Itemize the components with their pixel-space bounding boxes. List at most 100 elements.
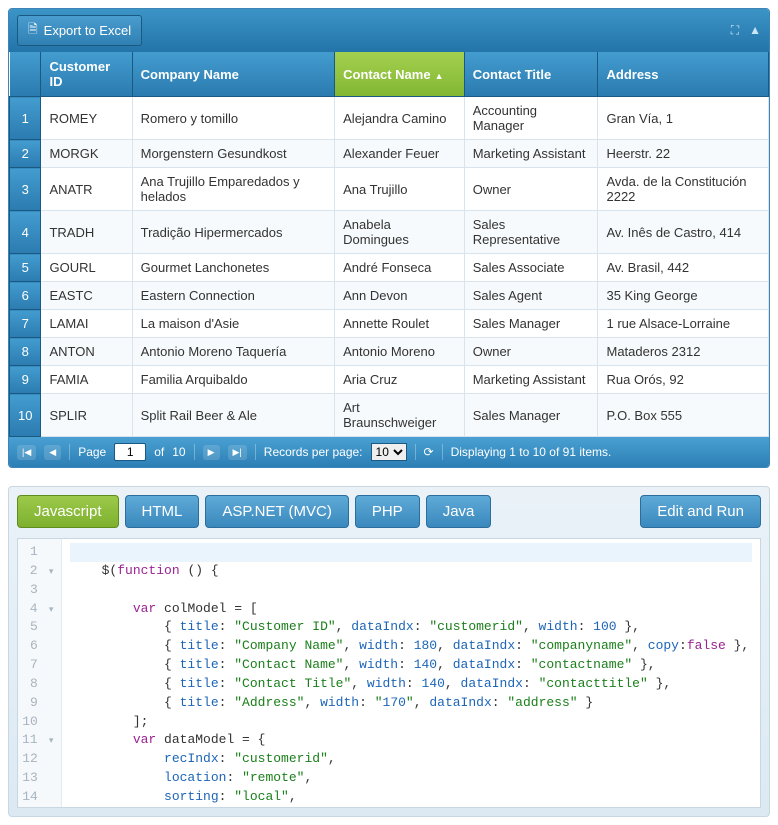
cell-address[interactable]: Av. Brasil, 442 (598, 254, 769, 282)
code-line[interactable] (70, 543, 752, 562)
header-contact-title[interactable]: Contact Title (464, 52, 598, 97)
fold-icon[interactable]: ▾ (45, 604, 53, 617)
header-company-name[interactable]: Company Name (132, 52, 335, 97)
cell-contact-title[interactable]: Sales Agent (464, 282, 598, 310)
cell-company-name[interactable]: Tradição Hipermercados (132, 211, 335, 254)
cell-customer-id[interactable]: SPLIR (41, 394, 132, 437)
prev-page-button[interactable]: ◀ (44, 445, 61, 460)
code-line[interactable]: location: "remote", (70, 769, 752, 788)
cell-company-name[interactable]: Gourmet Lanchonetes (132, 254, 335, 282)
cell-address[interactable]: Gran Vía, 1 (598, 97, 769, 140)
cell-company-name[interactable]: Ana Trujillo Emparedados y helados (132, 168, 335, 211)
last-page-button[interactable]: ▶| (228, 445, 247, 460)
cell-address[interactable]: Heerstr. 22 (598, 140, 769, 168)
edit-and-run-button[interactable]: Edit and Run (640, 495, 761, 528)
collapse-icon[interactable]: ▲ (749, 23, 761, 38)
table-row[interactable]: 4TRADHTradição HipermercadosAnabela Domi… (10, 211, 769, 254)
cell-contact-title[interactable]: Accounting Manager (464, 97, 598, 140)
maximize-icon[interactable]: ⛶ (731, 23, 739, 38)
code-editor[interactable]: 1 2 ▾ 3 4 ▾ 5 6 7 8 9 10 11 ▾12 13 14 15… (17, 538, 761, 808)
code-line[interactable]: { title: "Contact Name", width: 140, dat… (70, 656, 752, 675)
table-row[interactable]: 2MORGKMorgenstern GesundkostAlexander Fe… (10, 140, 769, 168)
table-row[interactable]: 7LAMAILa maison d'AsieAnnette RouletSale… (10, 310, 769, 338)
export-excel-button[interactable]: 🗎 Export to Excel (17, 15, 142, 46)
cell-company-name[interactable]: Romero y tomillo (132, 97, 335, 140)
first-page-button[interactable]: |◀ (17, 445, 36, 460)
cell-company-name[interactable]: Morgenstern Gesundkost (132, 140, 335, 168)
code-line[interactable]: var dataModel = { (70, 731, 752, 750)
cell-contact-title[interactable]: Marketing Assistant (464, 366, 598, 394)
cell-address[interactable]: P.O. Box 555 (598, 394, 769, 437)
table-row[interactable]: 6EASTCEastern ConnectionAnn DevonSales A… (10, 282, 769, 310)
next-page-button[interactable]: ▶ (203, 445, 220, 460)
header-address[interactable]: Address (598, 52, 769, 97)
cell-contact-title[interactable]: Marketing Assistant (464, 140, 598, 168)
cell-company-name[interactable]: Split Rail Beer & Ale (132, 394, 335, 437)
cell-customer-id[interactable]: GOURL (41, 254, 132, 282)
cell-contact-name[interactable]: Art Braunschweiger (335, 394, 465, 437)
cell-contact-title[interactable]: Owner (464, 168, 598, 211)
cell-customer-id[interactable]: FAMIA (41, 366, 132, 394)
refresh-icon[interactable]: ⟳ (424, 445, 434, 459)
cell-contact-name[interactable]: Aria Cruz (335, 366, 465, 394)
fold-icon[interactable]: ▾ (45, 735, 53, 748)
cell-contact-name[interactable]: Ana Trujillo (335, 168, 465, 211)
cell-contact-name[interactable]: Anabela Domingues (335, 211, 465, 254)
cell-contact-name[interactable]: Ann Devon (335, 282, 465, 310)
code-line[interactable] (70, 581, 752, 600)
cell-contact-title[interactable]: Sales Representative (464, 211, 598, 254)
cell-customer-id[interactable]: ROMEY (41, 97, 132, 140)
code-line[interactable]: recIndx: "customerid", (70, 750, 752, 769)
cell-address[interactable]: Avda. de la Constitución 2222 (598, 168, 769, 211)
cell-company-name[interactable]: Eastern Connection (132, 282, 335, 310)
page-input[interactable] (114, 443, 146, 461)
cell-contact-name[interactable]: André Fonseca (335, 254, 465, 282)
code-line[interactable]: { title: "Customer ID", dataIndx: "custo… (70, 618, 752, 637)
code-line[interactable]: { title: "Address", width: "170", dataIn… (70, 694, 752, 713)
code-line[interactable]: ]; (70, 713, 752, 732)
cell-customer-id[interactable]: LAMAI (41, 310, 132, 338)
cell-contact-title[interactable]: Sales Manager (464, 394, 598, 437)
cell-contact-name[interactable]: Alexander Feuer (335, 140, 465, 168)
cell-address[interactable]: Rua Orós, 92 (598, 366, 769, 394)
code-line[interactable]: $(function () { (70, 562, 752, 581)
cell-contact-title[interactable]: Sales Associate (464, 254, 598, 282)
cell-address[interactable]: 35 King George (598, 282, 769, 310)
cell-address[interactable]: Mataderos 2312 (598, 338, 769, 366)
table-row[interactable]: 1ROMEYRomero y tomilloAlejandra CaminoAc… (10, 97, 769, 140)
records-per-page-select[interactable]: 10 (371, 443, 407, 461)
cell-contact-title[interactable]: Sales Manager (464, 310, 598, 338)
cell-address[interactable]: Av. Inês de Castro, 414 (598, 211, 769, 254)
code-line[interactable]: dataType: "JSON", (70, 807, 752, 808)
table-row[interactable]: 9FAMIAFamilia ArquibaldoAria CruzMarketi… (10, 366, 769, 394)
tab-java[interactable]: Java (426, 495, 492, 528)
cell-customer-id[interactable]: ANATR (41, 168, 132, 211)
cell-contact-name[interactable]: Alejandra Camino (335, 97, 465, 140)
fold-icon[interactable]: ▾ (45, 566, 53, 579)
cell-company-name[interactable]: Antonio Moreno Taquería (132, 338, 335, 366)
tab-aspnet[interactable]: ASP.NET (MVC) (205, 495, 348, 528)
cell-contact-name[interactable]: Annette Roulet (335, 310, 465, 338)
cell-customer-id[interactable]: ANTON (41, 338, 132, 366)
cell-customer-id[interactable]: EASTC (41, 282, 132, 310)
cell-contact-title[interactable]: Owner (464, 338, 598, 366)
table-row[interactable]: 5GOURLGourmet LanchonetesAndré FonsecaSa… (10, 254, 769, 282)
code-content[interactable]: $(function () { var colModel = [ { title… (62, 539, 760, 807)
tab-php[interactable]: PHP (355, 495, 420, 528)
code-line[interactable]: var colModel = [ (70, 600, 752, 619)
code-line[interactable]: sorting: "local", (70, 788, 752, 807)
cell-company-name[interactable]: Familia Arquibaldo (132, 366, 335, 394)
header-customer-id[interactable]: Customer ID (41, 52, 132, 97)
cell-address[interactable]: 1 rue Alsace-Lorraine (598, 310, 769, 338)
cell-customer-id[interactable]: MORGK (41, 140, 132, 168)
header-contact-name[interactable]: Contact Name▲ (335, 52, 465, 97)
cell-company-name[interactable]: La maison d'Asie (132, 310, 335, 338)
tab-html[interactable]: HTML (125, 495, 200, 528)
code-line[interactable]: { title: "Company Name", width: 180, dat… (70, 637, 752, 656)
tab-javascript[interactable]: Javascript (17, 495, 119, 528)
code-line[interactable]: { title: "Contact Title", width: 140, da… (70, 675, 752, 694)
table-row[interactable]: 8ANTONAntonio Moreno TaqueríaAntonio Mor… (10, 338, 769, 366)
table-row[interactable]: 3ANATRAna Trujillo Emparedados y helados… (10, 168, 769, 211)
table-row[interactable]: 10SPLIRSplit Rail Beer & AleArt Braunsch… (10, 394, 769, 437)
cell-contact-name[interactable]: Antonio Moreno (335, 338, 465, 366)
